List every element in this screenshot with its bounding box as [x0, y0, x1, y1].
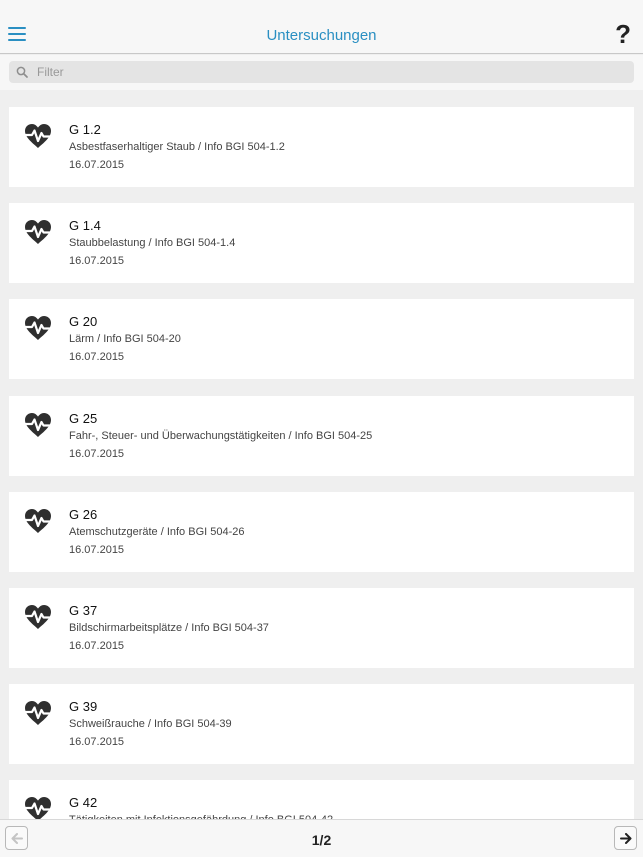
- filter-bar: [0, 55, 643, 90]
- item-date: 16.07.2015: [69, 543, 125, 556]
- item-code: G 42: [69, 795, 98, 811]
- page-title: Untersuchungen: [266, 27, 377, 44]
- item-description: Staubbelastung / Info BGI 504-1.4: [69, 237, 236, 250]
- filter-input[interactable]: [37, 61, 617, 83]
- item-description: Fahr-, Steuer- und Überwachungstätigkeit…: [69, 429, 373, 442]
- item-code: G 37: [69, 603, 98, 618]
- list-item[interactable]: G 1.2 Asbestfaserhaltiger Staub / Info BG…: [9, 107, 634, 187]
- app-header: Untersuchungen ?: [0, 0, 643, 54]
- item-code: G 26: [69, 506, 98, 522]
- heartbeat-icon: [24, 797, 52, 819]
- list-item[interactable]: G 26 Atemschutzgeräte / Info BGI 504-26 16…: [9, 491, 634, 572]
- next-page-button[interactable]: [614, 826, 637, 850]
- item-description: Lärm / Info BGI 504-20: [69, 333, 181, 346]
- item-description: Schweißrauche / Info BGI 504-39: [69, 718, 232, 731]
- list-item[interactable]: G 20 Lärm / Info BGI 504-20 16.07.2015: [9, 299, 634, 380]
- search-icon: [16, 66, 28, 78]
- item-date: 16.07.2015: [69, 351, 125, 364]
- page-indicator: 1/2: [311, 832, 332, 848]
- help-button[interactable]: ?: [615, 19, 631, 49]
- heartbeat-icon: [24, 701, 52, 726]
- list-item[interactable]: G 25 Fahr-, Steuer- und Überwachungstätig…: [9, 395, 634, 476]
- pagination-footer: 1/2: [0, 819, 643, 857]
- filter-field[interactable]: [9, 61, 634, 83]
- list-item[interactable]: G 42Tätigkeiten mit Infektionsgefährdung…: [9, 780, 634, 819]
- item-description: Atemschutzgeräte / Info BGI 504-26: [69, 525, 245, 538]
- arrow-right-icon: [620, 833, 632, 844]
- heartbeat-icon: [24, 605, 52, 629]
- item-code: G 1.4: [69, 218, 101, 234]
- item-date: 16.07.2015: [69, 640, 125, 652]
- item-code: G 1.2: [69, 122, 101, 137]
- heartbeat-icon: [24, 124, 52, 148]
- item-description: Bildschirmarbeitsplätze / Info BGI 504-3…: [69, 622, 269, 634]
- item-code: G 25: [69, 410, 98, 426]
- list-item[interactable]: G 1.4 Staubbelastung / Info BGI 504-1.4 16…: [9, 203, 634, 284]
- item-code: G 20: [69, 314, 98, 330]
- item-date: 16.07.2015: [69, 255, 125, 268]
- item-description: Asbestfaserhaltiger Staub / Info BGI 504…: [69, 141, 285, 153]
- list-item[interactable]: G 39 Schweißrauche / Info BGI 504-39 16.07…: [9, 684, 634, 765]
- heartbeat-icon: [24, 220, 52, 245]
- item-date: 16.07.2015: [69, 736, 125, 749]
- item-date: 16.07.2015: [69, 447, 125, 460]
- heartbeat-icon: [24, 412, 52, 437]
- item-code: G 39: [69, 699, 98, 715]
- heartbeat-icon: [24, 316, 52, 341]
- item-date: 16.07.2015: [69, 159, 125, 171]
- list-item[interactable]: G 37 Bildschirmarbeitsplätze / Info BGI 5…: [9, 588, 634, 668]
- examination-list: G 1.2 Asbestfaserhaltiger Staub / Info BG…: [0, 90, 643, 819]
- heartbeat-icon: [24, 508, 52, 533]
